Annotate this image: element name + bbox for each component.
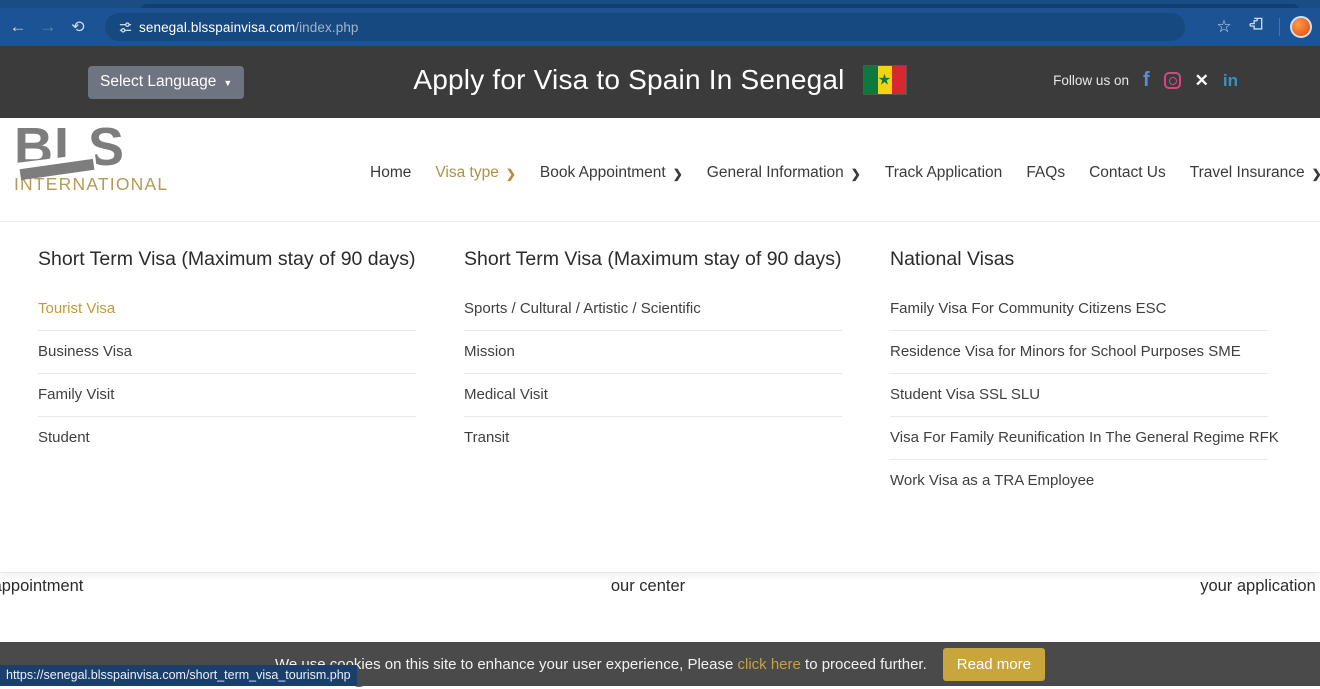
step-label-our-center: our center [428, 577, 868, 596]
nav-item-home[interactable]: Home [358, 158, 423, 188]
nav-label: Home [370, 164, 411, 182]
nav-item-visa-type[interactable]: Visa type ❯ [423, 158, 528, 188]
nav-label: FAQs [1026, 164, 1065, 182]
url-path: /index.php [295, 20, 358, 35]
menu-item-transit[interactable]: Transit [464, 417, 842, 459]
chevron-down-icon: ❯ [673, 167, 683, 181]
back-arrow-icon[interactable]: ← [3, 12, 33, 42]
nav-item-book-appointment[interactable]: Book Appointment ❯ [528, 158, 695, 188]
menu-item-mission[interactable]: Mission [464, 331, 842, 374]
column-title: Short Term Visa (Maximum stay of 90 days… [464, 248, 842, 271]
menu-item-business-visa[interactable]: Business Visa [38, 331, 416, 374]
step-label-appointment: appointment [0, 577, 258, 596]
nav-item-faqs[interactable]: FAQs [1014, 158, 1077, 188]
profile-avatar-icon[interactable] [1290, 16, 1312, 38]
cookie-message: We use cookies on this site to enhance y… [275, 656, 927, 673]
cookie-click-here-link[interactable]: click here [738, 656, 801, 673]
dropdown-column-short-term-1: Short Term Visa (Maximum stay of 90 days… [14, 248, 440, 572]
cookie-text-after: to proceed further. [801, 656, 927, 673]
chevron-down-icon: ❯ [506, 167, 516, 181]
menu-item-visa-family-reunification-rfk[interactable]: Visa For Family Reunification In The Gen… [890, 417, 1268, 460]
chevron-down-icon: ❯ [1312, 167, 1320, 181]
logo-text: BLS [14, 116, 184, 178]
dropdown-column-national-visas: National Visas Family Visa For Community… [866, 248, 1292, 572]
column-title: National Visas [890, 248, 1268, 271]
visa-type-dropdown: Short Term Visa (Maximum stay of 90 days… [0, 222, 1320, 573]
page-title-text: Apply for Visa to Spain In Senegal [413, 64, 844, 96]
nav-label: Book Appointment [540, 164, 666, 182]
menu-item-family-visa-community-citizens-esc[interactable]: Family Visa For Community Citizens ESC [890, 288, 1268, 331]
chevron-down-icon: ❯ [851, 167, 861, 181]
nav-item-track-application[interactable]: Track Application [873, 158, 1014, 188]
browser-toolbar: ← → ⟲ senegal.blsspainvisa.com/index.php [0, 8, 1320, 46]
nav-label: Track Application [885, 164, 1002, 182]
nav-label: Contact Us [1089, 164, 1166, 182]
senegal-flag-icon: ★ [863, 65, 907, 95]
follow-us-label: Follow us on [1053, 73, 1129, 88]
menu-item-residence-visa-minors-school-sme[interactable]: Residence Visa for Minors for School Pur… [890, 331, 1268, 374]
step-label-your-application: your application [1038, 577, 1320, 596]
menu-item-tourist-visa[interactable]: Tourist Visa [38, 288, 416, 331]
menu-item-work-visa-tra-employee[interactable]: Work Visa as a TRA Employee [890, 460, 1268, 502]
status-bar-url: https://senegal.blsspainvisa.com/short_t… [0, 665, 357, 686]
star-icon[interactable]: ☆ [1211, 17, 1237, 37]
forward-arrow-icon[interactable]: → [33, 12, 63, 42]
instagram-icon[interactable] [1164, 72, 1181, 89]
nav-item-general-information[interactable]: General Information ❯ [695, 158, 873, 188]
social-links: Follow us on f ✕ in [1053, 70, 1238, 90]
browser-toolbar-right: ☆ [1211, 8, 1312, 46]
column-title: Short Term Visa (Maximum stay of 90 days… [38, 248, 416, 271]
nav-label: Visa type [435, 164, 498, 182]
nav-item-contact-us[interactable]: Contact Us [1077, 158, 1178, 188]
nav-item-travel-insurance[interactable]: Travel Insurance ❯ [1178, 158, 1320, 188]
read-more-button[interactable]: Read more [943, 648, 1045, 681]
linkedin-icon[interactable]: in [1223, 72, 1238, 89]
menu-item-student-visa-ssl-slu[interactable]: Student Visa SSL SLU [890, 374, 1268, 417]
reload-icon[interactable]: ⟲ [63, 12, 93, 42]
menu-item-medical-visit[interactable]: Medical Visit [464, 374, 842, 417]
menu-item-family-visit[interactable]: Family Visit [38, 374, 416, 417]
x-twitter-icon[interactable]: ✕ [1195, 72, 1209, 89]
tune-icon[interactable] [111, 20, 139, 35]
bls-logo[interactable]: BLS INTERNATIONAL [14, 116, 184, 195]
facebook-icon[interactable]: f [1143, 70, 1150, 90]
site-topbar: Select Language ▼ Apply for Visa to Spai… [0, 46, 1320, 118]
puzzle-piece-icon[interactable] [1243, 16, 1269, 38]
main-navigation: Home Visa type ❯ Book Appointment ❯ Gene… [358, 158, 1320, 188]
url-domain: senegal.blsspainvisa.com [139, 20, 295, 35]
menu-item-student[interactable]: Student [38, 417, 416, 459]
url-text: senegal.blsspainvisa.com/index.php [139, 20, 359, 35]
nav-label: Travel Insurance [1190, 164, 1305, 182]
steps-row: appointment our center your application [0, 577, 1320, 596]
flag-star-icon: ★ [878, 73, 892, 88]
address-bar[interactable]: senegal.blsspainvisa.com/index.php [105, 13, 1185, 41]
dropdown-column-short-term-2: Short Term Visa (Maximum stay of 90 days… [440, 248, 866, 572]
toolbar-divider [1279, 18, 1280, 36]
site-header: BLS INTERNATIONAL Home Visa type ❯ Book … [0, 118, 1320, 222]
nav-label: General Information [707, 164, 844, 182]
menu-item-sports-cultural-artistic-scientific[interactable]: Sports / Cultural / Artistic / Scientifi… [464, 288, 842, 331]
